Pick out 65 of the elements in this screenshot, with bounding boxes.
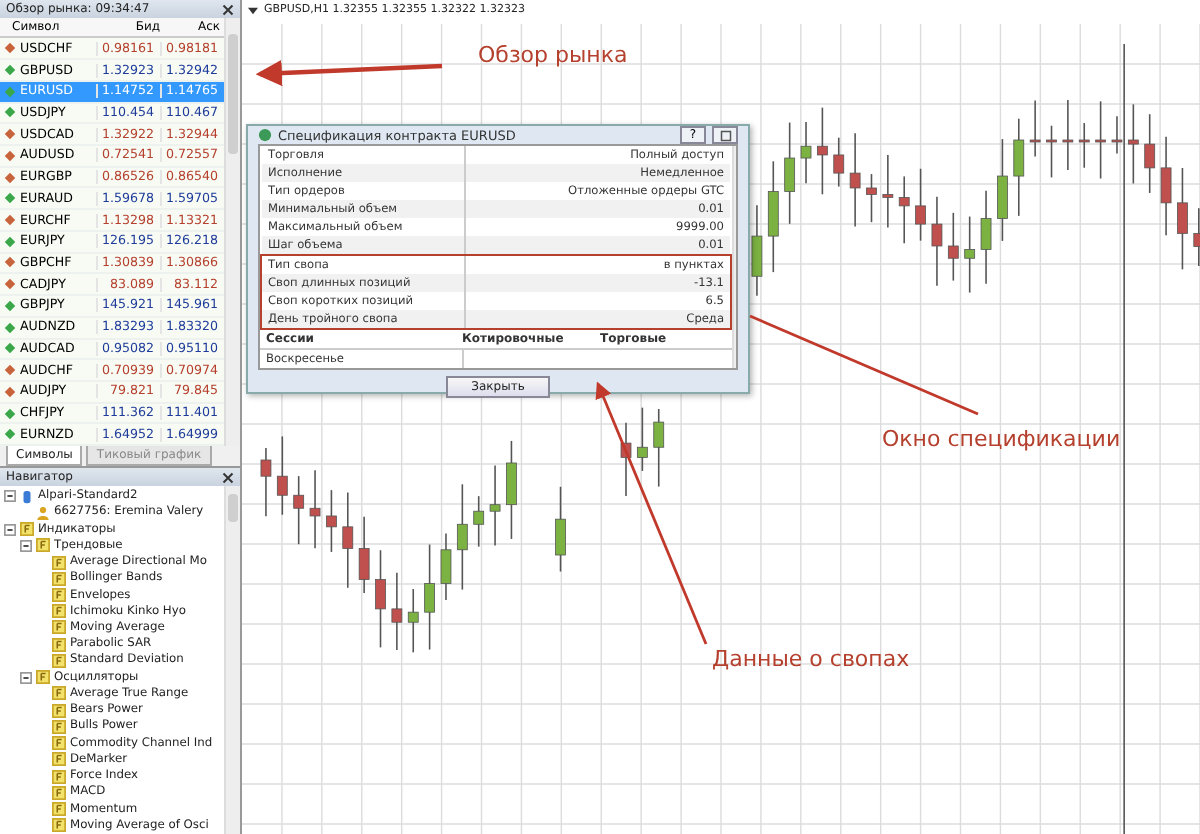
candlestick	[882, 154, 894, 229]
candlestick	[653, 408, 665, 488]
candlestick	[424, 543, 435, 651]
user-icon	[36, 505, 50, 520]
candlestick	[260, 447, 272, 517]
candlestick	[489, 464, 501, 547]
candlestick	[1144, 113, 1156, 194]
candlestick	[326, 489, 337, 553]
candlestick	[767, 160, 779, 273]
candlestick	[1160, 136, 1172, 236]
candlestick	[636, 406, 648, 472]
candlestick	[1078, 122, 1090, 169]
candlestick	[1177, 167, 1188, 271]
candlestick	[833, 136, 845, 188]
candlestick	[473, 495, 485, 548]
candlestick	[1046, 124, 1057, 179]
candlestick	[931, 195, 943, 287]
candlestick	[358, 516, 370, 594]
candlestick	[784, 121, 796, 225]
scrollbar[interactable]	[224, 18, 240, 446]
candlestick	[407, 588, 419, 654]
candlestick	[555, 486, 566, 573]
candlestick	[620, 422, 632, 497]
candlestick	[800, 121, 812, 184]
collapse-icon[interactable]	[4, 523, 16, 536]
candlestick	[964, 215, 976, 294]
scrollbar[interactable]	[224, 486, 240, 834]
candlestick	[947, 212, 959, 282]
app-icon	[258, 128, 272, 142]
candlestick	[1013, 117, 1025, 217]
collapse-icon[interactable]	[4, 490, 16, 503]
candlestick	[342, 491, 354, 589]
candlestick	[997, 138, 1008, 242]
candlestick	[849, 132, 861, 228]
scrollbar[interactable]	[732, 146, 736, 368]
candlestick	[980, 189, 992, 285]
folder-icon	[36, 670, 50, 685]
candlestick	[440, 532, 452, 601]
candlestick	[915, 167, 926, 242]
close-icon[interactable]	[222, 471, 234, 483]
close-icon[interactable]	[222, 3, 234, 15]
annotation-text: Данные о свопах	[712, 646, 910, 672]
candlestick	[293, 475, 305, 546]
collapse-icon[interactable]	[20, 539, 32, 552]
candlestick	[817, 106, 828, 196]
candlestick	[309, 469, 321, 550]
close-button[interactable]	[712, 126, 738, 144]
dropdown-icon[interactable]	[248, 5, 258, 15]
annotation-text: Обзор рынка	[478, 42, 628, 68]
candlestick	[1095, 100, 1106, 180]
candlestick	[751, 204, 763, 297]
close-icon	[719, 129, 731, 141]
collapse-icon[interactable]	[20, 671, 32, 684]
candlestick	[898, 175, 910, 245]
candlestick	[1029, 99, 1041, 158]
candlestick	[1062, 99, 1074, 171]
annotation-text: Окно спецификации	[882, 426, 1121, 452]
candlestick	[456, 483, 468, 591]
server-icon	[20, 489, 34, 504]
candlestick	[1193, 207, 1200, 267]
candlestick	[866, 173, 877, 223]
candlestick	[375, 549, 386, 649]
candlestick	[506, 440, 517, 540]
candlestick	[276, 435, 288, 516]
candlestick	[391, 572, 403, 651]
